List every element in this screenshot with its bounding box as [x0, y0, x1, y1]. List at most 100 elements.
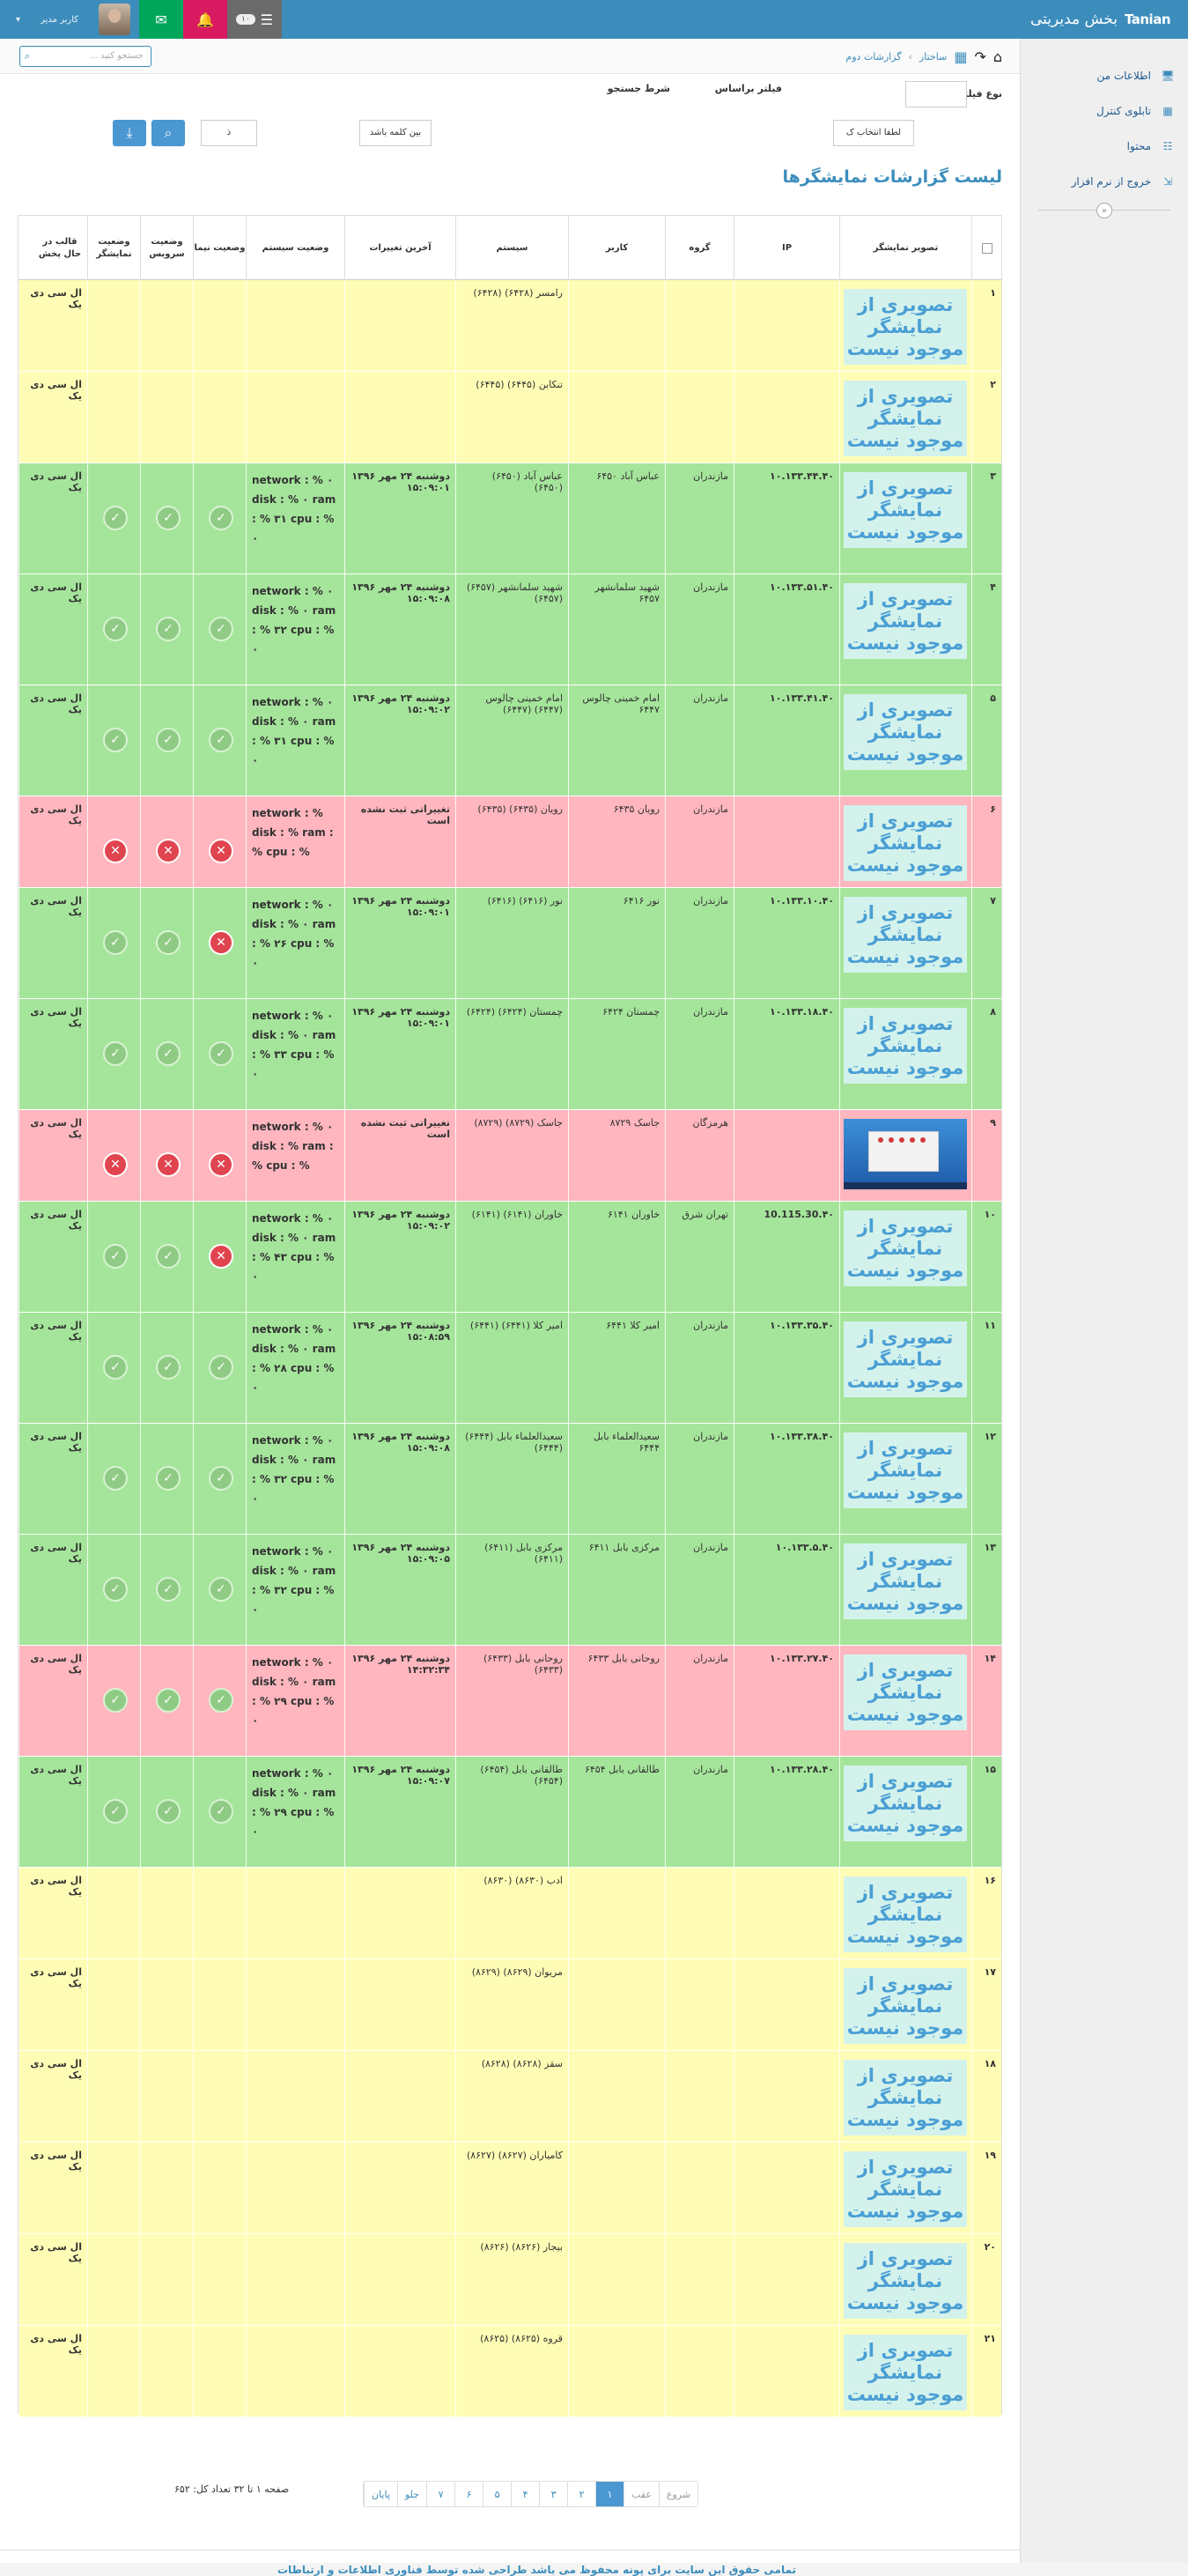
- table-row[interactable]: ۱۱ تصویری از نمایشگر موجود نیست ۱۰.۱۳۳.۳۵.…: [18, 1313, 1001, 1424]
- check-circle-icon: ✓: [103, 1355, 128, 1380]
- table-row[interactable]: ۱۰ تصویری از نمایشگر موجود نیست 10.115.30.…: [18, 1202, 1001, 1313]
- display-image-cell: تصویری از نمایشگر موجود نیست: [839, 888, 971, 998]
- display-image-cell: تصویری از نمایشگر موجود نیست: [839, 1424, 971, 1534]
- pagination-item[interactable]: ۶: [454, 2482, 483, 2506]
- display-status-cell: ✓: [87, 888, 140, 998]
- row-number: ۴: [971, 574, 1001, 685]
- sidebar-item-content[interactable]: ☷ محتوا: [1021, 129, 1188, 164]
- table-row[interactable]: ۵ تصویری از نمایشگر موجود نیست ۱۰.۱۳۳.۴۱.۴…: [18, 685, 1001, 796]
- pagination-item[interactable]: ۵: [483, 2482, 512, 2506]
- sidebar-collapse-toggle[interactable]: «: [1096, 203, 1112, 218]
- building-icon: ▦: [1162, 105, 1173, 117]
- sidebar-item-logout[interactable]: ⇲ خروج از نرم افزار: [1021, 164, 1188, 199]
- breadcrumb-item[interactable]: ساختار: [919, 51, 947, 63]
- pagination-item[interactable]: پایان: [364, 2482, 397, 2506]
- nima-status-cell: ✕: [193, 888, 246, 998]
- redo-icon[interactable]: ↷: [974, 48, 985, 65]
- row-number: ۲: [971, 372, 1001, 463]
- table-row[interactable]: ۱۹ تصویری از نمایشگر موجود نیست کامیاران (…: [18, 2143, 1001, 2234]
- brand[interactable]: Tanian بخش مدیریتی: [1030, 9, 1171, 30]
- row-number: ۲۱: [971, 2326, 1001, 2417]
- messages-button[interactable]: ✉: [139, 0, 183, 39]
- group-cell: مازندران: [665, 1313, 734, 1423]
- check-circle-icon: ✓: [156, 1466, 181, 1491]
- pagination-item[interactable]: عقب: [624, 2482, 659, 2506]
- user-menu[interactable]: ▾ کاربر مدیر: [0, 0, 139, 39]
- service-status-cell: ✕: [140, 796, 193, 887]
- download-button[interactable]: ⤓: [113, 120, 146, 146]
- select-all-header[interactable]: [971, 216, 1001, 280]
- nima-status-cell: ✓: [193, 685, 246, 796]
- filter-based-on-select[interactable]: بین کلمه باشد: [359, 120, 432, 146]
- table-row[interactable]: ۶ تصویری از نمایشگر موجود نیست مازندران روی…: [18, 796, 1001, 888]
- table-row[interactable]: ۲۰ تصویری از نمایشگر موجود نیست بیجار (۸۶۲…: [18, 2234, 1001, 2326]
- pagination-item[interactable]: ۴: [511, 2482, 540, 2506]
- pagination-item[interactable]: ۷: [426, 2482, 455, 2506]
- nima-status-cell: [193, 280, 246, 371]
- sidebar-item-my-info[interactable]: 🖥 اطلاعات من: [1021, 58, 1188, 93]
- page-title: لیست گزارشات نمایشگرها: [782, 167, 1002, 187]
- user-cell: [568, 2143, 665, 2233]
- pagination-item[interactable]: ۲: [567, 2482, 596, 2506]
- home-icon[interactable]: ⌂: [993, 48, 1002, 65]
- table-row[interactable]: ۴ تصویری از نمایشگر موجود نیست ۱۰.۱۳۳.۵۱.۴…: [18, 574, 1001, 685]
- breadcrumb-item[interactable]: گزارشات دوم: [845, 51, 901, 63]
- nima-status-cell: [193, 1959, 246, 2050]
- filter-type-select[interactable]: [905, 81, 967, 107]
- group-cell: [665, 2234, 734, 2325]
- notifications-button[interactable]: 🔔: [183, 0, 227, 39]
- system-cell: طالقانی بابل (۶۴۵۴) (۶۴۵۴): [455, 1757, 568, 1867]
- pagination-item[interactable]: ۳: [539, 2482, 568, 2506]
- display-screenshot[interactable]: [844, 1119, 967, 1189]
- filter-type-select[interactable]: لطفا انتخاب ک: [833, 120, 914, 146]
- ip-cell: [734, 1110, 839, 1201]
- table-row[interactable]: ۱۸ تصویری از نمایشگر موجود نیست سقز (۸۶۲۸)…: [18, 2051, 1001, 2143]
- user-cell: [568, 2326, 665, 2417]
- table-row[interactable]: ۲۱ تصویری از نمایشگر موجود نیست قروه (۸۶۲۵…: [18, 2326, 1001, 2417]
- table-row[interactable]: ۷ تصویری از نمایشگر موجود نیست ۱۰.۱۳۳.۱۰.۴…: [18, 888, 1001, 999]
- table-row[interactable]: ۱۶ تصویری از نمایشگر موجود نیست ادب (۸۶۳۰)…: [18, 1868, 1001, 1959]
- check-circle-icon: ✓: [156, 930, 181, 955]
- select-all-checkbox[interactable]: [981, 242, 992, 254]
- nima-status-cell: ✕: [193, 796, 246, 887]
- system-cell: بیجار (۸۶۲۶) (۸۶۲۶): [455, 2234, 568, 2325]
- group-cell: مازندران: [665, 1424, 734, 1534]
- table-row[interactable]: ۱۵ تصویری از نمایشگر موجود نیست ۱۰.۱۳۳.۲۸.…: [18, 1757, 1001, 1868]
- user-cell: چمستان ۶۴۲۴: [568, 999, 665, 1109]
- search-input[interactable]: جستجو کنید ...: [19, 46, 151, 67]
- pagination-item[interactable]: شروع: [658, 2482, 698, 2506]
- condition-input[interactable]: ذ: [201, 120, 257, 146]
- table-row[interactable]: ۱۴ تصویری از نمایشگر موجود نیست ۱۰.۱۳۳.۲۷.…: [18, 1646, 1001, 1757]
- table-row[interactable]: ۲ تصویری از نمایشگر موجود نیست تنکابن (۶۴۴…: [18, 372, 1001, 463]
- service-status-cell: [140, 2051, 193, 2142]
- ip-cell: ۱۰.۱۳۳.۵۱.۴۰: [734, 574, 839, 685]
- no-image-placeholder: تصویری از نمایشگر موجود نیست: [844, 694, 967, 770]
- tasks-button[interactable]: ۱۰ ☰: [227, 0, 282, 39]
- display-status-cell: ✓: [87, 1313, 140, 1423]
- nima-status-cell: [193, 2143, 246, 2233]
- screenshot-dot: [899, 1137, 904, 1143]
- search-button[interactable]: ⌕: [151, 120, 185, 146]
- no-image-placeholder: تصویری از نمایشگر موجود نیست: [844, 1765, 967, 1841]
- service-status-cell: ✓: [140, 888, 193, 998]
- table-row[interactable]: ۱۷ تصویری از نمایشگر موجود نیست مریوان (۸۶…: [18, 1959, 1001, 2051]
- check-circle-icon: ✓: [103, 728, 128, 752]
- template-cell: ال سی دی یک: [18, 1313, 87, 1423]
- ip-cell: [734, 2326, 839, 2417]
- check-circle-icon: ✓: [156, 1355, 181, 1380]
- check-circle-icon: ✓: [209, 506, 233, 530]
- table-row[interactable]: ۸ تصویری از نمایشگر موجود نیست ۱۰.۱۳۳.۱۸.۴…: [18, 999, 1001, 1110]
- sidebar-item-label: خروج از نرم افزار: [1071, 175, 1151, 188]
- table-row[interactable]: ۱ تصویری از نمایشگر موجود نیست رامسر (۶۴۲۸…: [18, 280, 1001, 372]
- table-row[interactable]: ۳ تصویری از نمایشگر موجود نیست ۱۰.۱۳۳.۴۴.۴…: [18, 463, 1001, 574]
- table-row[interactable]: ۱۳ تصویری از نمایشگر موجود نیست ۱۰.۱۳۳.۵.۴…: [18, 1535, 1001, 1646]
- table-row[interactable]: ۹ هرمزگان جاسک ۸۷۲۹ جاسک (۸۷۲۹) (۸۷۲۹) تغییر…: [18, 1110, 1001, 1202]
- table-row[interactable]: ۱۲ تصویری از نمایشگر موجود نیست ۱۰.۱۳۳.۳۸.…: [18, 1424, 1001, 1535]
- sidebar-item-dashboard[interactable]: ▦ تابلوی کنترل: [1021, 93, 1188, 129]
- pagination-item[interactable]: جلو: [396, 2482, 427, 2506]
- service-status-cell: ✕: [140, 1110, 193, 1201]
- group-cell: [665, 2326, 734, 2417]
- user-name: کاربر مدیر: [41, 14, 79, 25]
- service-status-cell: ✓: [140, 1313, 193, 1423]
- pagination-item[interactable]: ۱: [595, 2482, 624, 2506]
